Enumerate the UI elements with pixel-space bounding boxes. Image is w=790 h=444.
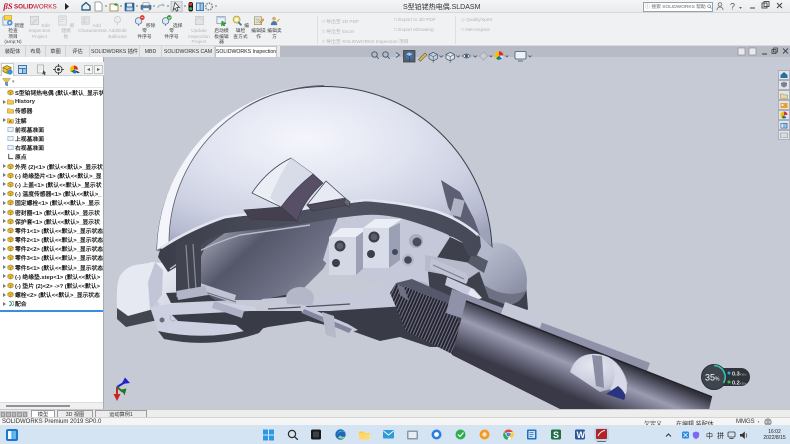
svg-text:拼: 拼 <box>717 431 724 440</box>
svg-text:SOLID: SOLID <box>14 4 34 11</box>
svg-text:βS: βS <box>3 1 13 11</box>
svg-text:?: ? <box>730 2 735 12</box>
svg-text:中: 中 <box>706 431 713 440</box>
svg-text:Σ: Σ <box>83 18 87 25</box>
svg-text:0.2KB/s: 0.2KB/s <box>732 381 747 387</box>
svg-text:W: W <box>577 430 586 440</box>
svg-text:S: S <box>553 430 559 440</box>
svg-text:WORKS: WORKS <box>33 4 57 11</box>
